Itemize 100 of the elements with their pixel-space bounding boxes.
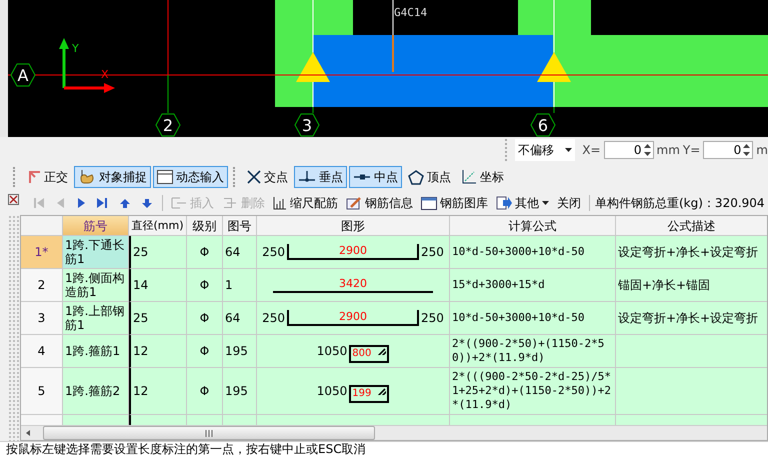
table-cell: 2*(((900-2*50-2*d-25)/5*1+25+2*d)+(1150-2*50))+2*(11.9*d) [450, 368, 616, 415]
table-cell: 25 [129, 236, 187, 269]
grid-axis-bubble: 6 [530, 114, 556, 136]
table-cell: Φ [187, 335, 223, 368]
toolbar-button[interactable]: 缩尺配筋 [270, 192, 341, 214]
hook-mark-icon [377, 348, 386, 355]
table-cell: 1 [223, 269, 257, 302]
table-cell: 15*d+3000+15*d [450, 269, 616, 302]
cross-icon [247, 170, 261, 184]
snap-toggle[interactable]: 垂点 [294, 166, 347, 188]
toolbar-button[interactable]: 钢筋信息 [343, 192, 416, 214]
scrollbar-thumb[interactable] [43, 426, 375, 440]
table-cell: Φ [187, 236, 223, 269]
dimension-text: 800 [352, 347, 372, 361]
row-number[interactable]: 2 [21, 269, 63, 302]
down-arrow-icon [142, 198, 152, 208]
table-cell: 14 [129, 269, 187, 302]
table-cell: 12 [129, 368, 187, 415]
pentagon-icon [408, 170, 424, 184]
first-icon [34, 197, 45, 209]
snap-toggle[interactable]: 正交 [23, 166, 72, 188]
table-cell: 锚固+净长+锚固 [616, 269, 767, 302]
caret-icon [542, 201, 549, 205]
axis-arrow-icon [59, 38, 115, 93]
table-cell: 64 [223, 236, 257, 269]
perpendicular-icon [298, 170, 316, 184]
row-number[interactable]: 4 [21, 335, 63, 368]
row-number[interactable]: 1* [21, 236, 63, 269]
insert-row-icon [171, 196, 187, 210]
status-bar-text: 按鼠标左键选择需要设置长度标注的第一点，按右键中止或ESC取消 [0, 441, 768, 457]
snap-toggle[interactable]: 顶点 [404, 166, 455, 188]
dimension-text: 3420 [339, 277, 367, 291]
snap-toggle[interactable]: 坐标 [457, 166, 508, 188]
table-cell: 2*((900-2*50)+(1150-2*50))+2*(11.9*d) [450, 335, 616, 368]
window-icon [421, 196, 437, 210]
hand-icon [78, 169, 96, 185]
total-weight-text: 单构件钢筋总重(kg)：320.904 [595, 194, 765, 212]
table-cell: 1跨.下通长筋1 [63, 236, 129, 269]
y-label: Y= [682, 143, 700, 157]
column-header[interactable]: 公式描述 [616, 216, 767, 236]
hook-mark-icon [377, 388, 386, 395]
row-number[interactable]: 3 [21, 302, 63, 335]
table-cell: 64 [223, 302, 257, 335]
column-header[interactable]: 图形 [257, 216, 450, 236]
snap-toggle[interactable]: 动态输入 [153, 166, 228, 188]
export-icon [496, 196, 512, 210]
table-cell: 12 [129, 335, 187, 368]
column-header[interactable]: 图号 [223, 216, 257, 236]
toolbar-button[interactable]: 其他 [493, 192, 552, 214]
up-arrow-icon [120, 198, 130, 208]
previous-icon [57, 197, 65, 209]
spin-arrows-icon [743, 143, 750, 157]
column-header[interactable]: 筋号 [63, 216, 129, 236]
next-icon [77, 197, 85, 209]
unit-label: mm [656, 143, 680, 157]
unit-label: m [756, 143, 768, 157]
table-cell: 设定弯折+净长+设定弯折 [616, 302, 767, 335]
table-cell: Φ [187, 368, 223, 415]
table-cell: 1跨.箍筋2 [63, 368, 129, 415]
dimension-text: 2900 [339, 310, 367, 324]
x-input-field[interactable]: 0 [604, 141, 654, 159]
column-header[interactable]: 级别 [187, 216, 223, 236]
ortho-icon [27, 170, 41, 184]
table-cell: 1跨.上部钢筋1 [63, 302, 129, 335]
dimension-text: 250 [262, 311, 285, 325]
snap-toggle[interactable]: 对象捕捉 [74, 166, 151, 188]
dimension-text: 250 [421, 245, 444, 259]
table-cell: Φ [187, 302, 223, 335]
table-cell: 10*d-50+3000+10*d-50 [450, 236, 616, 269]
table-cell: 设定弯折+净长+设定弯折 [616, 236, 767, 269]
table-cell: 195 [223, 368, 257, 415]
last-icon [97, 197, 108, 209]
x-label: X= [582, 143, 601, 157]
grid-axis-bubble: 3 [294, 114, 320, 136]
y-input-field[interactable]: 0 [703, 141, 754, 159]
dimension-text: 250 [421, 311, 444, 325]
column-header[interactable]: 计算公式 [450, 216, 616, 236]
dimension-text: 2900 [339, 244, 367, 258]
offset-dropdown[interactable]: 不偏移 [515, 139, 576, 161]
table-cell: 10*d-50+3000+10*d-50 [450, 302, 616, 335]
dimension-text: 199 [352, 387, 372, 401]
column-header[interactable]: 直径(mm) [129, 216, 187, 236]
table-cell: 1跨.侧面构造筋1 [63, 269, 129, 302]
table-cell: 25 [129, 302, 187, 335]
row-number[interactable]: 5 [21, 368, 63, 415]
pencil-icon [346, 196, 362, 210]
grip-handle[interactable] [8, 215, 20, 441]
beam-label: G4C14 [394, 6, 428, 19]
toolbar-button[interactable]: 关闭 [554, 192, 584, 214]
snap-toggle[interactable]: 中点 [349, 166, 402, 188]
dimension-text: 1050 [316, 344, 348, 358]
delete-row-icon [224, 198, 236, 208]
close-icon[interactable] [8, 194, 19, 205]
snap-toggle[interactable]: 交点 [243, 166, 292, 188]
midpoint-icon [353, 173, 371, 181]
spin-arrows-icon [644, 143, 651, 157]
coordinate-icon [461, 169, 477, 185]
toolbar-button[interactable]: 钢筋图库 [418, 192, 491, 214]
table-cell: Φ [187, 269, 223, 302]
axis-label: Y [72, 42, 79, 55]
